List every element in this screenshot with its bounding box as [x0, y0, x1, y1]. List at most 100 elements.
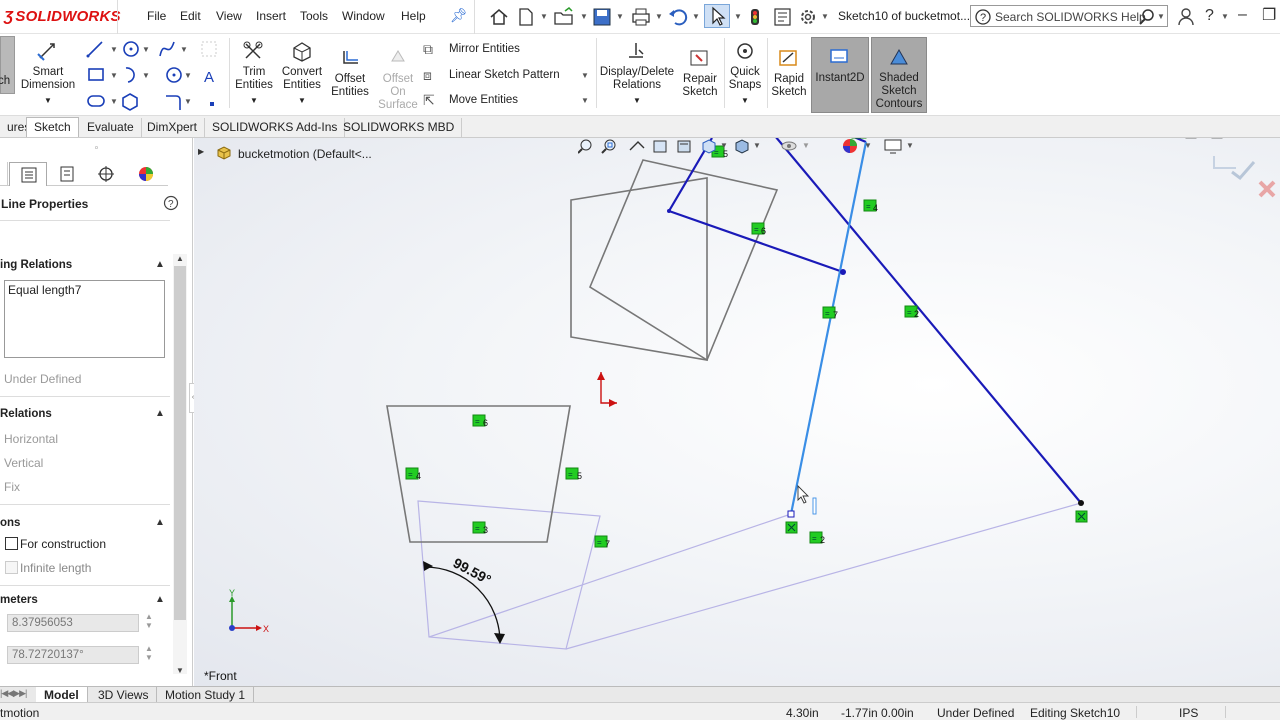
circle-icon[interactable]	[123, 41, 139, 57]
sketch-line[interactable]	[668, 209, 844, 274]
polygon-hex-icon[interactable]	[122, 93, 138, 111]
scroll-up-icon[interactable]: ▲	[176, 254, 184, 263]
add-relation-fix[interactable]: Fix	[4, 480, 20, 494]
dimxpert-manager-icon[interactable]	[97, 165, 115, 183]
sketch-point[interactable]	[840, 269, 846, 275]
tab-scroll-arrows[interactable]: |◀◀▶▶|	[0, 688, 32, 702]
menu-help[interactable]: Help	[401, 9, 426, 23]
ok-checkmark-icon[interactable]	[1213, 156, 1256, 181]
tab-evaluate[interactable]: Evaluate	[80, 118, 142, 138]
add-relation-vertical[interactable]: Vertical	[4, 456, 43, 470]
sketch-canvas[interactable]: 99.59° = 5 = 6 = 4 = 7 = 2 = 6 = 4 = 5 = 3 = 7 = 2	[194, 138, 1280, 686]
exit-sketch-button[interactable]: ch	[0, 36, 15, 94]
search-input[interactable]: Search SOLIDWORKS Help	[995, 10, 1146, 24]
mirror-entities-button[interactable]: ⧉ Mirror Entities	[423, 40, 593, 60]
arc-icon[interactable]	[125, 67, 135, 83]
add-relations-header[interactable]: Relations	[0, 408, 52, 420]
minimize-icon[interactable]: –	[1238, 6, 1247, 24]
add-relation-horizontal[interactable]: Horizontal	[4, 432, 58, 446]
options-header[interactable]: ons	[0, 517, 20, 529]
sketch-rotated-rectangle[interactable]	[588, 159, 779, 362]
expand-arrow-icon[interactable]: ▶	[198, 147, 204, 156]
spline-icon[interactable]	[159, 41, 175, 57]
file-properties-icon[interactable]	[772, 6, 794, 28]
shaded-sketch-contours-button[interactable]: Shaded Sketch Contours	[871, 37, 927, 113]
scroll-down-icon[interactable]: ▼	[176, 666, 184, 675]
offset-entities-button[interactable]: Offset Entities	[328, 47, 372, 99]
selected-sketch-line[interactable]	[789, 141, 868, 515]
print-icon[interactable]	[630, 6, 652, 28]
traffic-light-icon[interactable]	[748, 6, 762, 28]
chevron-down-icon[interactable]: ▼	[692, 12, 700, 21]
panel-tab-propertymanager[interactable]	[9, 162, 47, 186]
rectangle-icon[interactable]	[88, 68, 104, 81]
section-view-icon[interactable]	[653, 140, 667, 153]
sketch-entities-grid[interactable]: ▼ ▼ ▼ ▼ ▼ ▼ A ▼ ▼	[84, 38, 224, 112]
tab-model[interactable]: Model	[36, 687, 88, 703]
cancel-x-icon[interactable]	[1258, 180, 1276, 198]
slot-icon[interactable]	[87, 95, 105, 107]
restore-icon[interactable]: ❐	[1262, 5, 1276, 25]
graphics-area[interactable]: 99.59° = 5 = 6 = 4 = 7 = 2 = 6 = 4 = 5 = 3 = 7 = 2	[194, 138, 1280, 686]
offset-on-surface-button[interactable]: Offset On Surface	[376, 47, 420, 112]
coincident-relation-tag[interactable]	[785, 521, 798, 534]
move-entities-button[interactable]: ⇱ Move Entities ▼	[423, 92, 593, 112]
user-icon[interactable]	[1176, 6, 1196, 28]
new-document-icon[interactable]	[516, 6, 536, 28]
solidworks-logo[interactable]: Ʒ SOLIDWORKS	[0, 6, 127, 30]
chevron-up-icon[interactable]: ▲	[155, 408, 165, 419]
coincident-relation-tag[interactable]	[1075, 510, 1088, 523]
construction-line[interactable]	[565, 502, 1082, 650]
chevron-up-icon[interactable]: ▲	[155, 594, 165, 605]
tab-solidworks-add-ins[interactable]: SOLIDWORKS Add-Ins	[205, 118, 346, 138]
equal-relation-tag-4[interactable]: = 4	[863, 199, 878, 213]
sketch-line-long[interactable]	[760, 138, 1082, 504]
panel-scrollbar[interactable]: ▲ ▼	[173, 254, 187, 675]
view-orientation-icon[interactable]	[702, 139, 716, 154]
sketch-origin[interactable]	[597, 372, 617, 407]
angle-spinner-icon[interactable]: ▲ ▼	[145, 644, 153, 662]
chevron-down-icon[interactable]: ▼	[581, 96, 589, 105]
view-setting-monitor-icon[interactable]	[884, 139, 902, 154]
tab-3d-views[interactable]: 3D Views	[90, 687, 158, 703]
equal-relation-tag-7b[interactable]: = 7	[594, 535, 610, 549]
angle-dimension[interactable]: 99.59°	[423, 555, 505, 644]
help-icon[interactable]: ?	[1205, 7, 1214, 25]
equal-relation-tag-5b[interactable]: = 5	[565, 467, 582, 481]
feature-tree-root[interactable]: bucketmotion (Default<...	[238, 147, 372, 161]
sketch-point[interactable]	[1078, 500, 1084, 506]
menu-window[interactable]: Window	[342, 9, 385, 23]
text-icon[interactable]	[201, 41, 217, 57]
parameters-header[interactable]: meters	[0, 594, 38, 606]
sketch-rectangle[interactable]	[570, 177, 708, 361]
status-units[interactable]: IPS	[1179, 706, 1198, 720]
polygon-icon[interactable]	[166, 67, 182, 83]
existing-relations-header[interactable]: ing Relations	[0, 259, 72, 271]
convert-entities-button[interactable]: Convert Entities ▼	[278, 40, 326, 107]
undo-icon[interactable]	[667, 6, 689, 28]
equal-relation-tag-7[interactable]: = 7	[822, 306, 838, 320]
tab-solidworks-mbd[interactable]: SOLIDWORKS MBD	[336, 118, 463, 138]
equal-relation-tag-6b[interactable]: = 6	[472, 414, 488, 428]
point-icon[interactable]	[210, 102, 214, 106]
length-field[interactable]: 8.37956053	[7, 614, 139, 632]
gear-icon[interactable]	[797, 6, 819, 28]
panel-grip[interactable]: ∘	[0, 142, 193, 156]
chevron-down-icon[interactable]: ▼	[581, 71, 589, 80]
infinite-length-checkbox[interactable]	[5, 561, 18, 574]
tab-sketch[interactable]: Sketch	[26, 117, 79, 137]
search-box[interactable]: ? Search SOLIDWORKS Help ▼	[970, 5, 1168, 27]
chevron-down-icon[interactable]: ▼	[821, 12, 829, 21]
chevron-down-icon[interactable]: ▼	[734, 12, 742, 21]
previous-view-icon[interactable]	[629, 141, 645, 151]
chevron-down-icon[interactable]: ▼	[1221, 12, 1229, 21]
quick-snaps-button[interactable]: Quick Snaps ▼	[726, 40, 764, 107]
equal-relation-tag-2b[interactable]: = 2	[809, 531, 825, 545]
menu-edit[interactable]: Edit	[180, 9, 201, 23]
help-icon[interactable]: ?	[163, 195, 179, 211]
linear-sketch-pattern-button[interactable]: ⧈ Linear Sketch Pattern ▼	[423, 66, 593, 86]
instant2d-button[interactable]: Instant2D	[811, 37, 869, 113]
chevron-down-icon[interactable]: ▼	[1157, 12, 1165, 21]
chevron-down-icon[interactable]: ▼	[540, 12, 548, 21]
existing-relations-list[interactable]: Equal length7	[4, 280, 165, 358]
